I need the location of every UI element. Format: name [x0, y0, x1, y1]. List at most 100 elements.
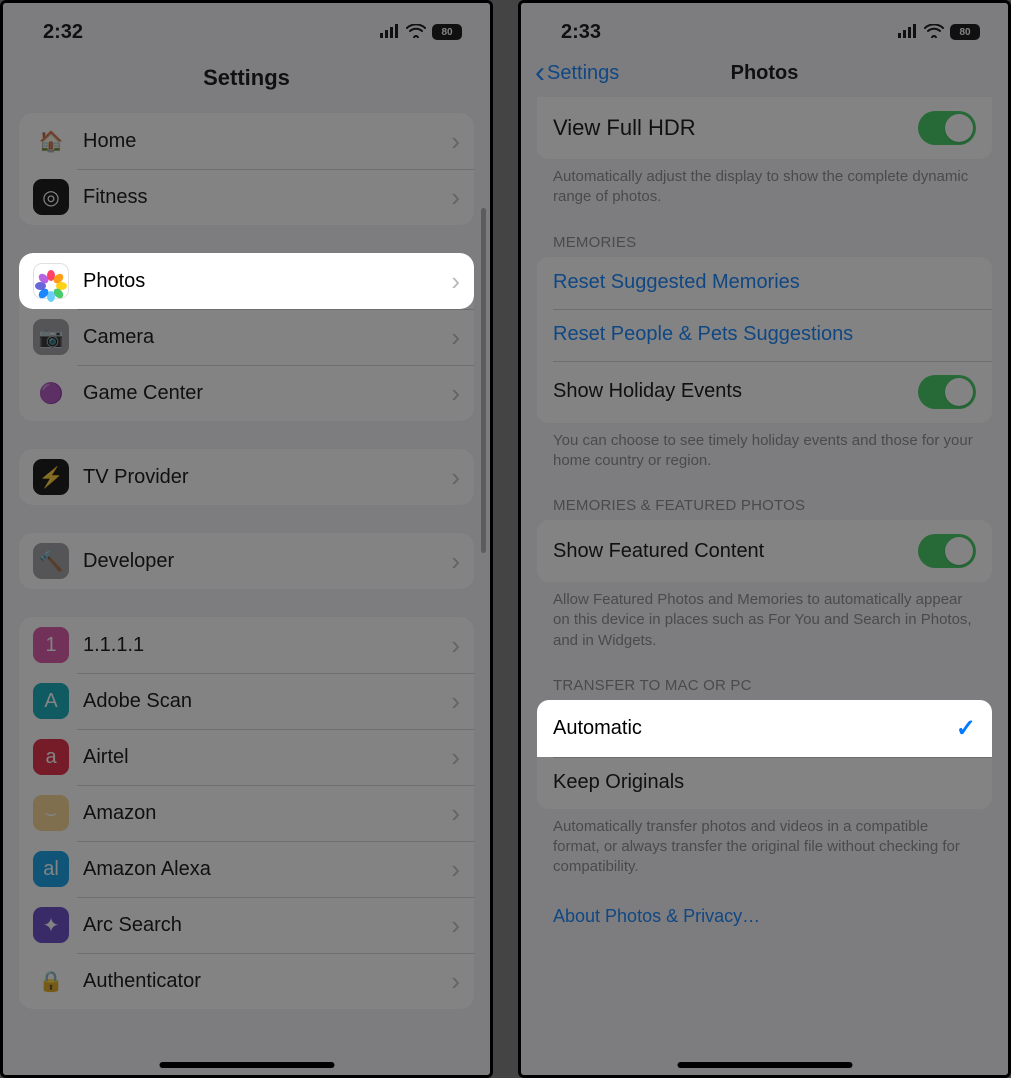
row-transfer-keep-originals[interactable]: Keep Originals: [537, 757, 992, 809]
row-label: Show Holiday Events: [553, 380, 918, 403]
nav-bar: ‹ Settings Photos: [521, 53, 1008, 97]
row-holiday-events: Show Holiday Events: [537, 361, 992, 423]
chevron-right-icon: ›: [451, 462, 460, 493]
chevron-right-icon: ›: [451, 546, 460, 577]
chevron-right-icon: ›: [451, 630, 460, 661]
row-label: View Full HDR: [553, 115, 918, 141]
row-label: TV Provider: [83, 466, 437, 489]
row-label: Developer: [83, 550, 437, 573]
settings-group: Photos › 📷 Camera › 🟣 Game Center ›: [19, 253, 474, 421]
chevron-right-icon: ›: [451, 378, 460, 409]
back-button[interactable]: ‹ Settings: [535, 58, 619, 88]
chevron-right-icon: ›: [451, 966, 460, 997]
airtel-icon: a: [33, 739, 69, 775]
row-label: Adobe Scan: [83, 690, 437, 713]
settings-row-tv-provider[interactable]: ⚡ TV Provider ›: [19, 449, 474, 505]
about-photos-privacy-link[interactable]: About Photos & Privacy…: [521, 878, 1008, 937]
row-label: Arc Search: [83, 914, 437, 937]
chevron-right-icon: ›: [451, 798, 460, 829]
settings-row-photos[interactable]: Photos ›: [19, 253, 474, 309]
row-label: Authenticator: [83, 970, 437, 993]
row-label: Show Featured Content: [553, 540, 918, 563]
settings-row-fitness[interactable]: ◎ Fitness ›: [19, 169, 474, 225]
page-title: Settings: [3, 53, 490, 107]
home-indicator[interactable]: [677, 1062, 852, 1068]
wifi-icon: [406, 21, 426, 44]
battery-indicator: 80: [432, 24, 462, 40]
section-footer: You can choose to see timely holiday eve…: [521, 423, 1008, 472]
row-reset-memories[interactable]: Reset Suggested Memories: [537, 257, 992, 309]
section-header-transfer: TRANSFER TO MAC OR PC: [521, 677, 1008, 700]
game-center-icon: 🟣: [33, 375, 69, 411]
settings-group: 🏠 Home › ◎ Fitness ›: [19, 113, 474, 225]
row-transfer-automatic[interactable]: Automatic ✓: [537, 700, 992, 757]
status-time: 2:32: [43, 21, 83, 44]
status-bar: 2:33 80: [521, 3, 1008, 53]
home-indicator[interactable]: [159, 1062, 334, 1068]
row-label: Reset Suggested Memories: [553, 271, 976, 294]
settings-row-adobe-scan[interactable]: AAdobe Scan›: [19, 673, 474, 729]
chevron-right-icon: ›: [451, 322, 460, 353]
authenticator-icon: 🔒: [33, 963, 69, 999]
settings-row-home[interactable]: 🏠 Home ›: [19, 113, 474, 169]
row-label: Reset People & Pets Suggestions: [553, 323, 976, 346]
chevron-right-icon: ›: [451, 742, 460, 773]
settings-row-airtel[interactable]: a Airtel ›: [19, 729, 474, 785]
home-icon: 🏠: [33, 123, 69, 159]
cellular-icon: [380, 21, 400, 44]
arc-search-icon: ✦: [33, 907, 69, 943]
battery-indicator: 80: [950, 24, 980, 40]
settings-group: 11.1.1.1›AAdobe Scan›aAirtel›⌣Amazon›alA…: [19, 617, 474, 1009]
status-time: 2:33: [561, 21, 601, 44]
settings-row-amazon-alexa[interactable]: al Amazon Alexa ›: [19, 841, 474, 897]
scroll-indicator[interactable]: [481, 208, 486, 553]
chevron-right-icon: ›: [451, 126, 460, 157]
row-label: Fitness: [83, 186, 437, 209]
section-header-memories: MEMORIES: [521, 234, 1008, 257]
row-view-full-hdr: View Full HDR: [537, 97, 992, 159]
chevron-left-icon: ‹: [535, 58, 545, 88]
settings-row-arc-search[interactable]: ✦ Arc Search ›: [19, 897, 474, 953]
section-footer: Automatically transfer photos and videos…: [521, 809, 1008, 878]
screenshot-settings-list: 2:32 80 Settings 🏠Home›◎Fitness›Photos›📷…: [0, 0, 493, 1078]
settings-row-camera[interactable]: 📷 Camera ›: [19, 309, 474, 365]
row-label: 1.1.1.1: [83, 634, 437, 657]
settings-row-1-1-1-1[interactable]: 1 1.1.1.1 ›: [19, 617, 474, 673]
checkmark-icon: ✓: [956, 714, 976, 743]
tv-provider-icon: ⚡: [33, 459, 69, 495]
settings-row-game-center[interactable]: 🟣 Game Center ›: [19, 365, 474, 421]
developer-icon: 🔨: [33, 543, 69, 579]
settings-group: ⚡ TV Provider ›: [19, 449, 474, 505]
status-bar: 2:32 80: [3, 3, 490, 53]
amazon-alexa-icon: al: [33, 851, 69, 887]
row-label: Home: [83, 130, 437, 153]
1-1-1-1-icon: 1: [33, 627, 69, 663]
wifi-icon: [924, 21, 944, 44]
settings-row-authenticator[interactable]: 🔒 Authenticator ›: [19, 953, 474, 1009]
photos-icon: [33, 263, 69, 299]
toggle-featured[interactable]: [918, 534, 976, 568]
toggle-hdr[interactable]: [918, 111, 976, 145]
settings-row-amazon[interactable]: ⌣Amazon›: [19, 785, 474, 841]
chevron-right-icon: ›: [451, 266, 460, 297]
chevron-right-icon: ›: [451, 182, 460, 213]
row-reset-people-pets[interactable]: Reset People & Pets Suggestions: [537, 309, 992, 361]
row-label: Camera: [83, 326, 437, 349]
fitness-icon: ◎: [33, 179, 69, 215]
settings-row-developer[interactable]: 🔨 Developer ›: [19, 533, 474, 589]
chevron-right-icon: ›: [451, 910, 460, 941]
section-header-featured: MEMORIES & FEATURED PHOTOS: [521, 497, 1008, 520]
back-label: Settings: [547, 62, 619, 85]
cellular-icon: [898, 21, 918, 44]
row-label: Game Center: [83, 382, 437, 405]
row-label: Amazon Alexa: [83, 858, 437, 881]
camera-icon: 📷: [33, 319, 69, 355]
adobe-scan-icon: A: [33, 683, 69, 719]
section-footer: Allow Featured Photos and Memories to au…: [521, 582, 1008, 651]
toggle-holiday[interactable]: [918, 375, 976, 409]
row-label: Airtel: [83, 746, 437, 769]
chevron-right-icon: ›: [451, 854, 460, 885]
row-featured-content: Show Featured Content: [537, 520, 992, 582]
row-label: Photos: [83, 270, 437, 293]
row-label: Automatic: [553, 717, 956, 740]
